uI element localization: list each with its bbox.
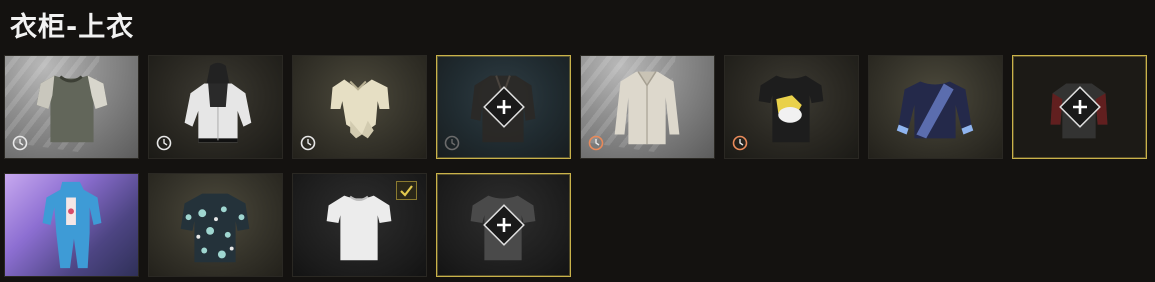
- slot-navy-sash-sweater[interactable]: [868, 55, 1003, 159]
- slot-cream-tied-blouse[interactable]: [292, 55, 427, 159]
- timer-icon: [12, 135, 28, 151]
- slot-black-graphic-tshirt[interactable]: [724, 55, 859, 159]
- slot-grey-raglan-tshirt[interactable]: [4, 55, 139, 159]
- floral-hawaiian-shirt-image: [180, 193, 250, 263]
- add-plus-icon[interactable]: [482, 203, 526, 247]
- timer-icon: [444, 135, 460, 151]
- timer-icon: [300, 135, 316, 151]
- slot-dark-tshirt[interactable]: [436, 173, 571, 277]
- slot-red-sleeve-shirt[interactable]: [1012, 55, 1147, 159]
- blue-onesie-image: [42, 181, 102, 269]
- add-plus-icon[interactable]: [482, 85, 526, 129]
- slot-white-hooded-jacket[interactable]: [148, 55, 283, 159]
- selected-check-badge: [396, 181, 417, 200]
- slot-floral-hawaiian-shirt[interactable]: [148, 173, 283, 277]
- checkmark-icon: [400, 185, 413, 197]
- add-plus-icon[interactable]: [1058, 85, 1102, 129]
- slot-blue-onesie[interactable]: [4, 173, 139, 277]
- slot-dark-leather-jacket[interactable]: [436, 55, 571, 159]
- timer-icon: [156, 135, 172, 151]
- wardrobe-grid: [4, 55, 1150, 277]
- timer-icon: [588, 135, 604, 151]
- slot-beige-button-shirt[interactable]: [580, 55, 715, 159]
- slot-white-tshirt[interactable]: [292, 173, 427, 277]
- navy-sash-sweater-image: [896, 81, 974, 139]
- timer-icon: [732, 135, 748, 151]
- page-title: 衣柜-上衣: [10, 12, 135, 43]
